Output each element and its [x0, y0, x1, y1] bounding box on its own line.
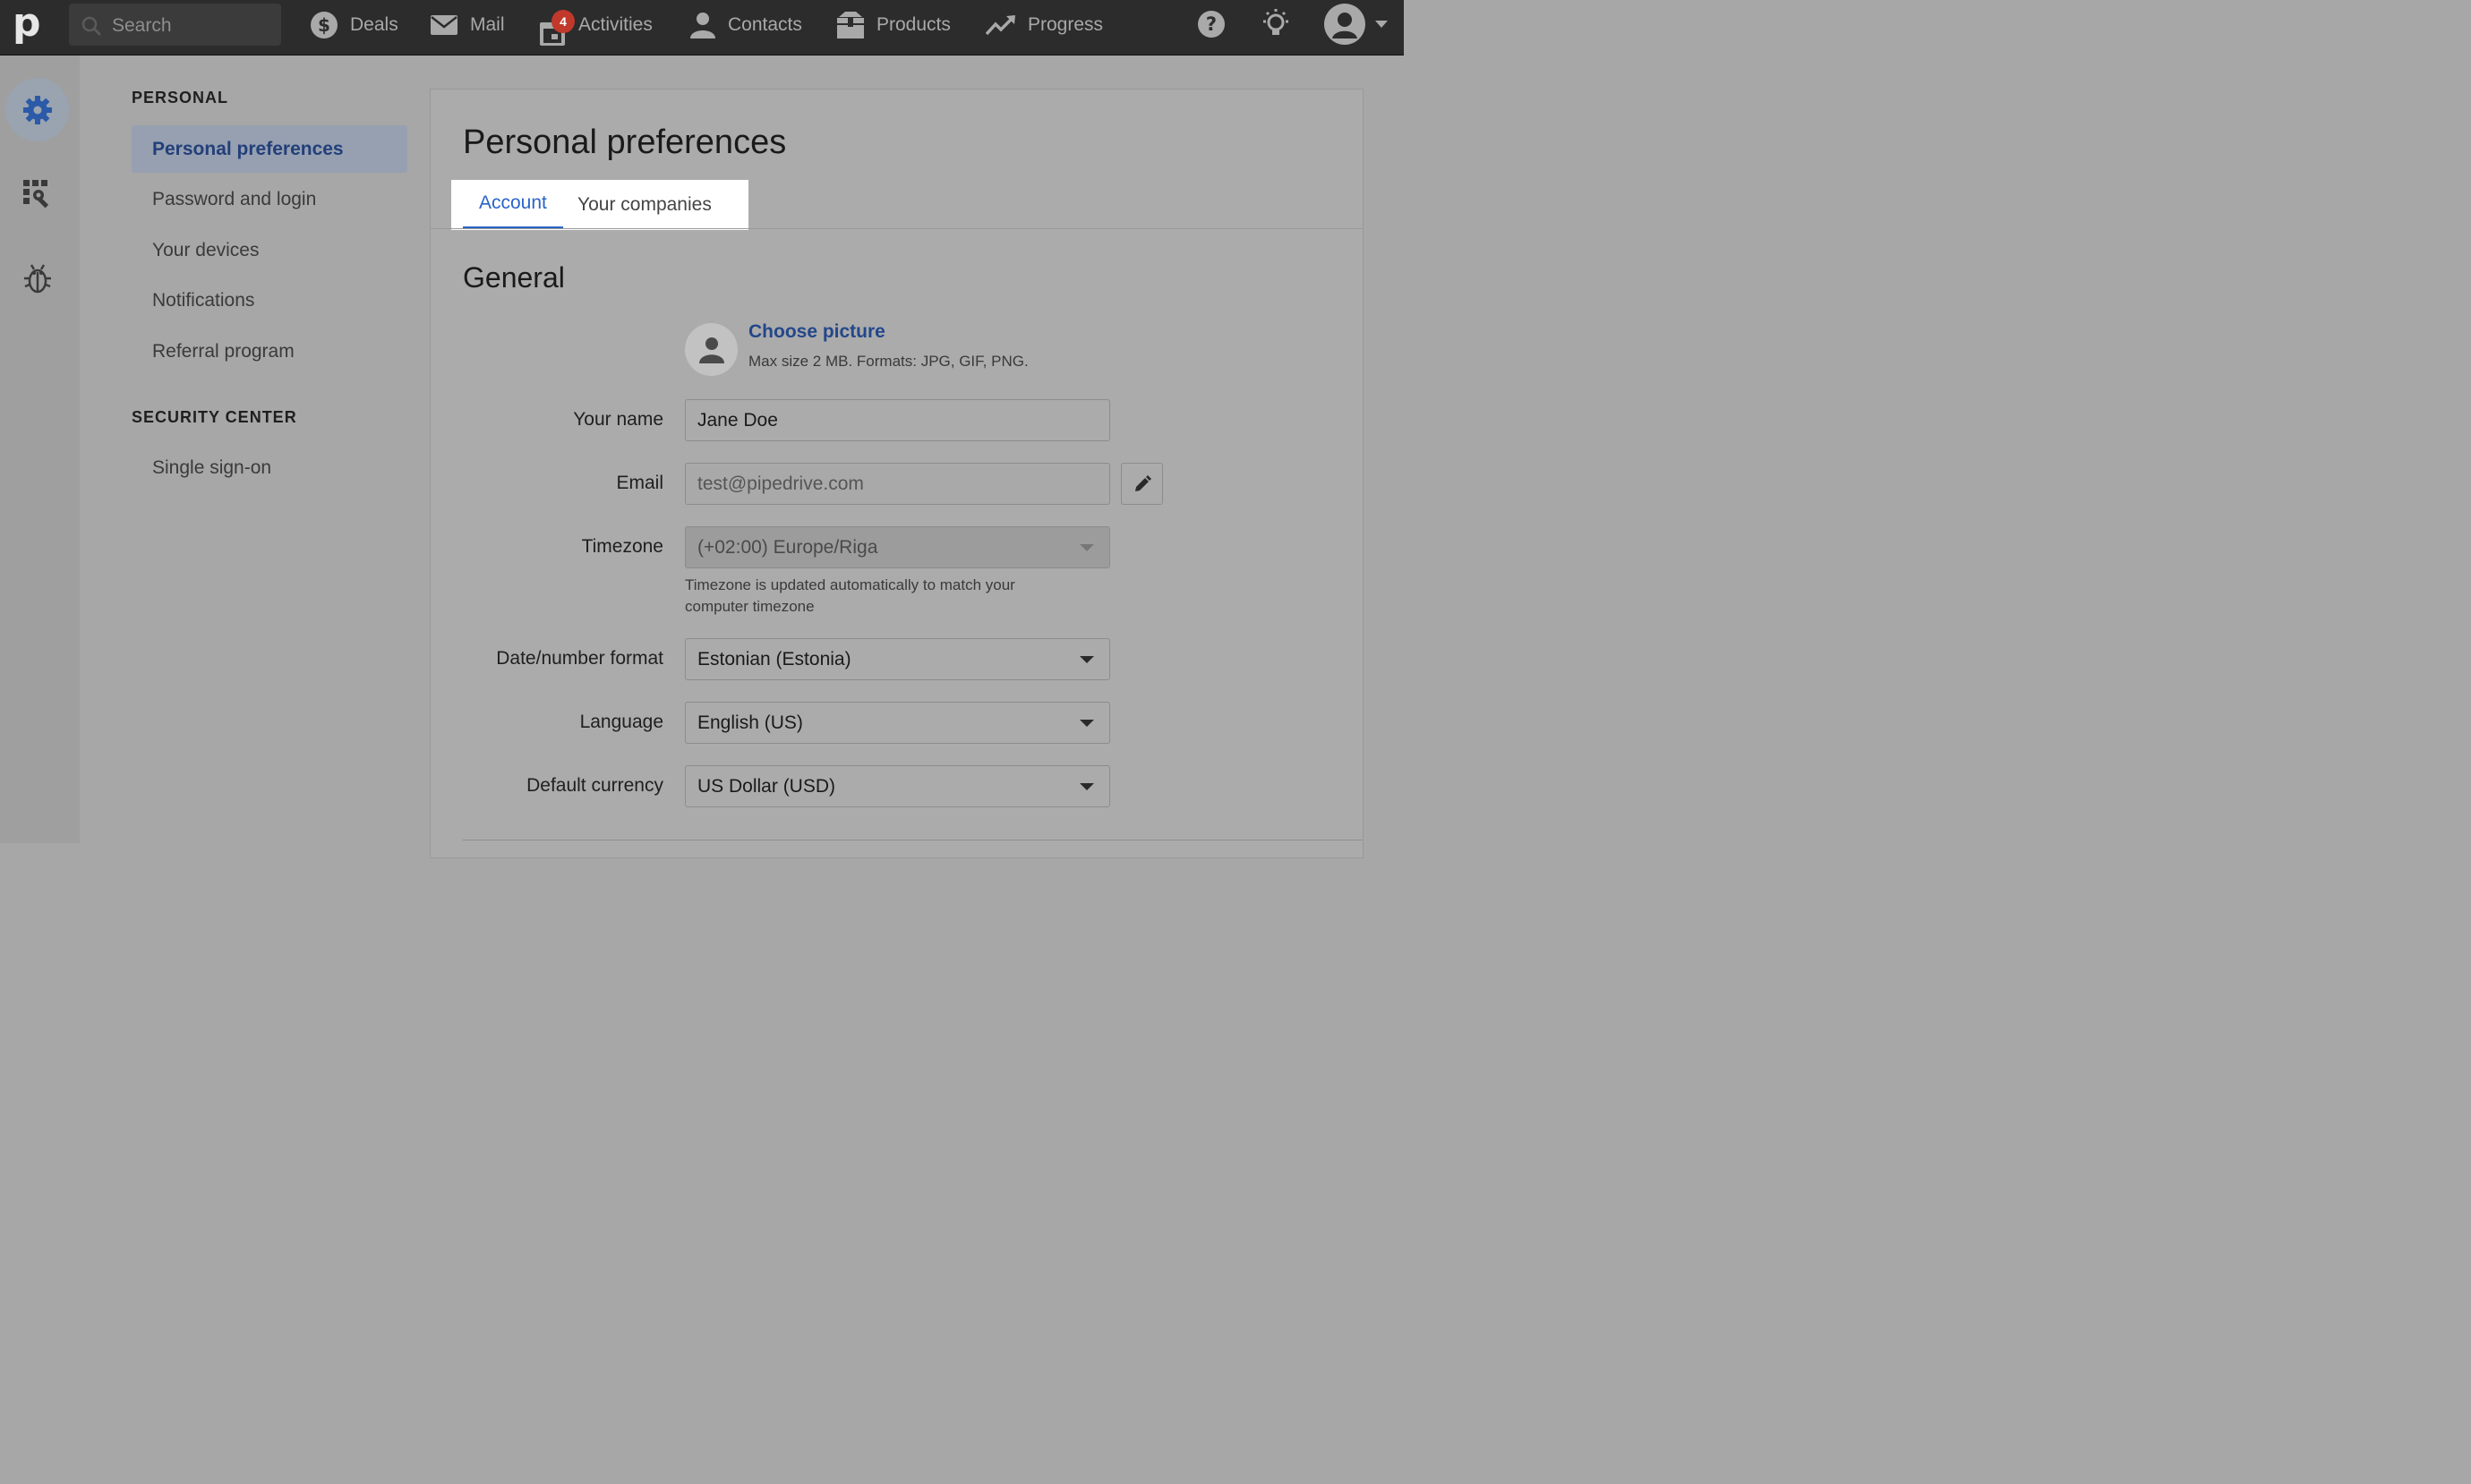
currency-select[interactable]: US Dollar (USD) — [685, 765, 1110, 807]
help-icon[interactable]: ? — [1197, 10, 1226, 38]
sidebar-item-your-devices[interactable]: Your devices — [132, 226, 407, 274]
email-field: test@pipedrive.com — [685, 463, 1110, 505]
edit-email-button[interactable] — [1121, 463, 1163, 505]
nav-products[interactable]: Products — [836, 0, 951, 50]
name-field[interactable] — [685, 399, 1110, 441]
app-rail — [0, 55, 80, 843]
top-navigation-bar: p $ Deals Mail 4 Activities — [0, 0, 1404, 55]
timezone-value: (+02:00) Europe/Riga — [697, 536, 878, 558]
picture-format-hint: Max size 2 MB. Formats: JPG, GIF, PNG. — [748, 353, 1029, 370]
svg-text:?: ? — [1206, 13, 1217, 35]
nav-progress-label: Progress — [1028, 14, 1104, 35]
timezone-select: (+02:00) Europe/Riga — [685, 526, 1110, 568]
lightbulb-icon[interactable] — [1261, 8, 1291, 40]
name-label: Your name — [573, 409, 663, 430]
nav-activities-label: Activities — [578, 14, 653, 35]
pipedrive-logo[interactable]: p — [13, 4, 48, 47]
chevron-down-icon — [1080, 544, 1094, 551]
date-format-value: Estonian (Estonia) — [697, 648, 851, 670]
chevron-down-icon — [1080, 720, 1094, 727]
rail-settings[interactable] — [5, 78, 69, 141]
tab-account-label: Account — [479, 192, 547, 213]
date-format-label: Date/number format — [496, 648, 663, 669]
page-title: Personal preferences — [463, 124, 787, 161]
general-section-heading: General — [463, 261, 565, 294]
rail-bug[interactable] — [5, 247, 69, 311]
search-icon — [81, 16, 101, 36]
pencil-icon — [1134, 474, 1151, 491]
chevron-down-icon[interactable] — [1374, 20, 1389, 29]
nav-deals-label: Deals — [350, 14, 398, 35]
language-select[interactable]: English (US) — [685, 702, 1110, 744]
nav-contacts-label: Contacts — [728, 14, 802, 35]
language-label: Language — [579, 712, 663, 732]
timezone-hint: Timezone is updated automatically to mat… — [685, 576, 1015, 615]
nav-products-label: Products — [876, 14, 951, 35]
sidebar-item-label: Notifications — [152, 289, 255, 311]
dollar-circle-icon: $ — [311, 12, 338, 38]
nav-contacts[interactable]: Contacts — [689, 0, 802, 50]
user-avatar-icon[interactable] — [1323, 3, 1366, 46]
nav-deals[interactable]: $ Deals — [310, 0, 398, 50]
personal-section-heading: PERSONAL — [132, 89, 229, 107]
chevron-down-icon — [1080, 656, 1094, 663]
person-placeholder-icon — [698, 337, 724, 363]
email-label: Email — [616, 473, 663, 493]
activities-count-badge: 4 — [551, 10, 575, 33]
sidebar-item-single-sign-on[interactable]: Single sign-on — [132, 444, 407, 491]
preferences-panel: Personal preferences Account Your compan… — [430, 89, 1364, 858]
sidebar-item-label: Password and login — [152, 188, 317, 209]
sidebar-item-label: Referral program — [152, 340, 295, 362]
date-format-select[interactable]: Estonian (Estonia) — [685, 638, 1110, 680]
currency-value: US Dollar (USD) — [697, 775, 836, 797]
svg-text:$: $ — [318, 14, 330, 36]
sidebar-item-notifications[interactable]: Notifications — [132, 277, 407, 324]
nav-activities[interactable]: 4 Activities — [539, 0, 653, 50]
person-icon — [690, 13, 715, 38]
tools-icon — [22, 179, 48, 208]
tab-your-companies[interactable]: Your companies — [577, 180, 712, 229]
tab-bar: Account Your companies — [451, 180, 748, 230]
settings-gear-icon — [22, 95, 52, 124]
sidebar-item-label: Your devices — [152, 239, 260, 260]
choose-picture-link[interactable]: Choose picture — [748, 321, 885, 343]
rail-tools[interactable] — [5, 162, 69, 226]
email-value: test@pipedrive.com — [697, 473, 864, 494]
chevron-down-icon — [1080, 783, 1094, 790]
profile-picture[interactable] — [685, 323, 738, 376]
tab-divider — [431, 228, 1363, 229]
bug-icon — [23, 263, 51, 293]
sidebar-item-label: Personal preferences — [152, 138, 344, 159]
tab-account[interactable]: Account — [463, 180, 563, 229]
nav-progress[interactable]: Progress — [986, 0, 1103, 50]
sidebar-item-label: Single sign-on — [152, 456, 272, 478]
sidebar-item-referral-program[interactable]: Referral program — [132, 328, 407, 375]
name-input[interactable] — [697, 409, 1091, 431]
security-center-section-heading: SECURITY CENTER — [132, 408, 297, 426]
search-input[interactable] — [110, 13, 275, 39]
sidebar-item-personal-preferences[interactable]: Personal preferences — [132, 125, 407, 173]
box-icon — [837, 12, 864, 38]
sidebar-item-password-and-login[interactable]: Password and login — [132, 175, 407, 223]
trend-up-icon — [986, 15, 1015, 36]
language-value: English (US) — [697, 712, 803, 733]
tab-your-companies-label: Your companies — [577, 193, 712, 215]
currency-label: Default currency — [526, 775, 663, 796]
nav-mail-label: Mail — [470, 14, 505, 35]
global-search[interactable] — [69, 4, 281, 46]
timezone-label: Timezone — [581, 536, 663, 557]
envelope-icon — [431, 15, 457, 35]
nav-mail[interactable]: Mail — [430, 0, 505, 50]
